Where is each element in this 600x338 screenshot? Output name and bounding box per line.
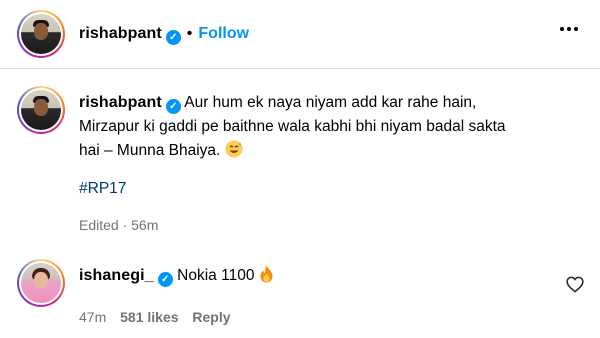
verified-badge-icon: ✓: [157, 272, 173, 287]
caption-meta: Edited · 56m: [79, 217, 159, 233]
caption-text-line2: Mirzapur ki gaddi pe baithne wala kabhi …: [79, 118, 506, 135]
reply-button[interactable]: Reply: [192, 309, 230, 325]
header-user-row: rishabpant ✓ • Follow: [79, 25, 249, 45]
post-header: rishabpant ✓ • Follow: [0, 0, 600, 68]
caption-text-line1: Aur hum ek naya niyam add kar rahe hain,: [184, 94, 477, 111]
comment-username[interactable]: ishanegi_: [79, 267, 154, 284]
caption-avatar[interactable]: [17, 86, 65, 134]
hashtag-link[interactable]: #RP17: [79, 180, 126, 197]
follow-button[interactable]: Follow: [198, 25, 249, 42]
grinning-sweat-emoji: [225, 140, 243, 166]
header-divider: [0, 68, 600, 69]
verified-badge-icon: ✓: [165, 99, 181, 114]
verified-badge-icon: ✓: [165, 30, 181, 45]
more-options-icon[interactable]: [560, 26, 578, 32]
caption-line3: hai – Munna Bhaiya.: [79, 139, 589, 166]
caption-block: rishabpant ✓ Aur hum ek naya niyam add ka…: [79, 91, 589, 233]
comment-meta: 47m 581 likes Reply: [79, 309, 231, 325]
fire-emoji: [259, 265, 274, 288]
header-avatar[interactable]: [17, 10, 65, 58]
heart-outline-icon[interactable]: [566, 276, 584, 293]
caption-username[interactable]: rishabpant: [79, 94, 162, 111]
hashtag-row: #RP17: [79, 180, 589, 198]
caption-line: rishabpant ✓ Aur hum ek naya niyam add ka…: [79, 91, 589, 115]
comment-likes[interactable]: 581 likes: [120, 309, 178, 325]
separator-dot: •: [186, 25, 193, 42]
comment-avatar[interactable]: [17, 259, 65, 307]
comment-row: ishanegi_ ✓ Nokia 1100: [79, 264, 274, 288]
avatar-photo: [21, 14, 61, 54]
header-username[interactable]: rishabpant: [79, 25, 162, 42]
avatar-photo: [21, 90, 61, 130]
comment-text: Nokia 1100: [177, 267, 255, 284]
avatar-photo: [21, 263, 61, 303]
comment-time: 47m: [79, 309, 107, 325]
caption-text-line3: hai – Munna Bhaiya.: [79, 142, 221, 159]
